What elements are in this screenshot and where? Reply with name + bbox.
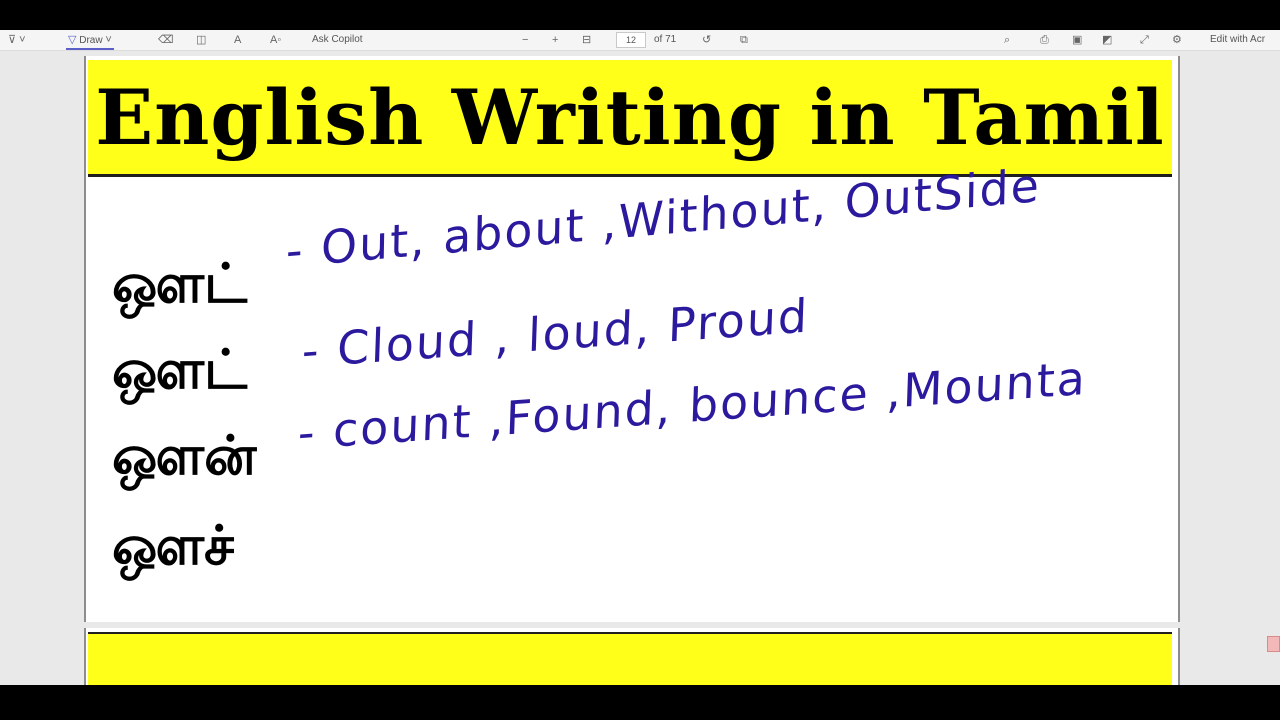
draw-label: Draw — [79, 35, 103, 46]
screen: ⊽ ˅ ▽ Draw ˅ ⌫ ◫ A A◦ Ask Copilot − + ⊟ … — [0, 0, 1280, 720]
draw-button[interactable]: ▽ Draw ˅ — [66, 30, 114, 50]
side-annotation-marker[interactable] — [1267, 636, 1280, 652]
tamil-letter-row-4: ஔச் — [112, 514, 234, 577]
tamil-letter-row-3: ஔன் — [112, 424, 257, 487]
save-icon[interactable]: ▣ — [1072, 30, 1082, 50]
expand-icon[interactable]: ⤢ — [1140, 30, 1149, 50]
page-number-input[interactable]: 12 — [616, 32, 646, 48]
print-icon[interactable]: ⎙ — [1040, 30, 1049, 50]
zoom-in-button[interactable]: + — [552, 30, 558, 50]
rotate-icon[interactable]: ↺ — [702, 30, 711, 50]
pdf-page: English Writing in Tamil ஔட் - Out, abou… — [84, 56, 1180, 622]
edit-with-button[interactable]: Edit with Acr — [1210, 30, 1265, 50]
handwriting-row-2: - Cloud , loud, Proud — [301, 288, 811, 379]
tamil-letter-row-2: ஔட் — [112, 338, 248, 401]
title-band: English Writing in Tamil — [88, 60, 1172, 177]
read-aloud-icon[interactable]: A◦ — [270, 30, 281, 50]
ask-copilot-button[interactable]: Ask Copilot — [312, 30, 363, 50]
chevron-down-icon: ˅ — [105, 34, 112, 46]
page-count: of 71 — [654, 34, 677, 45]
page-view-icon[interactable]: ◫ — [196, 30, 206, 50]
letterbox-bottom — [0, 685, 1280, 720]
next-title-band — [88, 632, 1172, 687]
filter-icon[interactable]: ⊽ ˅ — [8, 30, 26, 50]
tamil-letter-row-1: ஔட் — [112, 252, 248, 315]
text-icon[interactable]: A — [234, 30, 241, 50]
eraser-icon[interactable]: ⌫ — [158, 30, 174, 50]
pen-icon: ▽ — [68, 34, 77, 46]
letterbox-top — [0, 0, 1280, 30]
next-pdf-page — [84, 628, 1180, 687]
pdf-toolbar: ⊽ ˅ ▽ Draw ˅ ⌫ ◫ A A◦ Ask Copilot − + ⊟ … — [0, 30, 1280, 51]
zoom-out-button[interactable]: − — [522, 30, 528, 50]
settings-icon[interactable]: ⚙ — [1172, 30, 1182, 50]
fit-page-icon[interactable]: ⊟ — [582, 30, 591, 50]
search-icon[interactable]: ⌕ — [1004, 30, 1010, 50]
page-title: English Writing in Tamil — [95, 72, 1165, 162]
save-as-icon[interactable]: ◩ — [1102, 30, 1112, 50]
two-page-icon[interactable]: ⧉ — [740, 30, 748, 50]
